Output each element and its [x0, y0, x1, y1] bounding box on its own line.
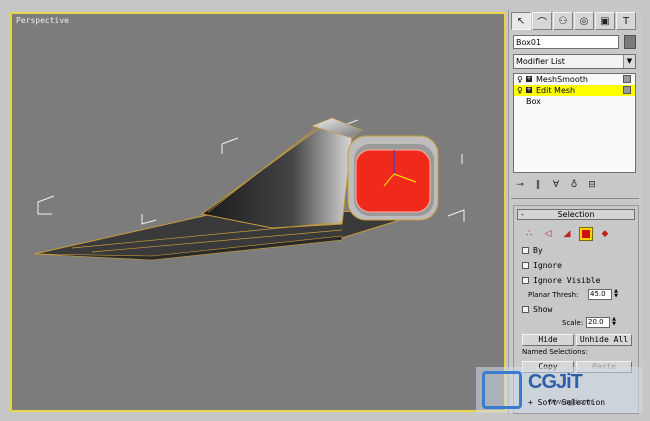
- expand-icon: +: [528, 398, 538, 407]
- object-name-field[interactable]: Box01: [513, 35, 619, 49]
- hide-button[interactable]: Hide: [522, 334, 574, 346]
- lightbulb-icon[interactable]: ♀: [517, 74, 523, 85]
- hierarchy-tab[interactable]: ⚇: [553, 12, 573, 30]
- checkbox-box[interactable]: [522, 262, 529, 269]
- show-normals-checkbox[interactable]: Show: [522, 305, 552, 315]
- spinner-arrows-icon[interactable]: ▲ ▼: [611, 317, 617, 328]
- checkbox-label: By: [533, 246, 543, 255]
- stack-item-label: MeshSmooth: [536, 75, 588, 84]
- scale-input[interactable]: 20.0: [586, 317, 610, 328]
- pin-stack-icon[interactable]: ⊸: [513, 180, 527, 190]
- modify-tab[interactable]: ⌒: [532, 12, 552, 30]
- watermark-brand: CGJiT: [528, 371, 583, 393]
- ignore-visible-checkbox[interactable]: Ignore Visible: [522, 276, 600, 286]
- viewport-label: Perspective: [16, 16, 69, 25]
- display-icon: ▣: [600, 15, 610, 27]
- ignore-backfaces-checkbox[interactable]: Ignore: [522, 261, 562, 271]
- stack-item-edit-mesh[interactable]: ♀ + Edit Mesh: [514, 85, 635, 96]
- expand-icon[interactable]: +: [526, 76, 532, 82]
- display-tab[interactable]: ▣: [595, 12, 615, 30]
- configure-sets-icon[interactable]: ⊟: [585, 180, 599, 190]
- vertex-icon[interactable]: ∴: [522, 227, 536, 241]
- named-selections-label: Named Selections:: [522, 348, 588, 356]
- hierarchy-icon: ⚇: [558, 15, 568, 27]
- subobject-levels: ∴ ◁ ◢ ◆: [522, 226, 632, 242]
- selection-rollout-header[interactable]: - Selection: [517, 209, 635, 220]
- collapse-icon: -: [521, 210, 524, 219]
- remove-modifier-icon[interactable]: ♁: [567, 180, 581, 190]
- checkbox-label: Show: [533, 305, 553, 314]
- face-icon[interactable]: ◢: [560, 227, 574, 241]
- curve-icon: ⌒: [537, 17, 547, 29]
- rollout-title: Soft Selection: [537, 398, 606, 407]
- app-window: Perspective ↖ ⌒ ⚇ ◎ ▣ T Box01 Modifier L…: [0, 0, 650, 421]
- checkbox-box[interactable]: [522, 277, 529, 284]
- utilities-icon: T: [622, 15, 630, 27]
- modifier-list-label: Modifier List: [516, 57, 565, 66]
- stack-item-meshsmooth[interactable]: ♀ + MeshSmooth: [514, 74, 635, 85]
- stack-item-label: Edit Mesh: [536, 86, 576, 95]
- by-vertex-checkbox[interactable]: By: [522, 246, 543, 256]
- checkbox-label: Ignore Visible: [533, 276, 601, 285]
- modifier-toggle-icon[interactable]: [623, 75, 631, 83]
- lightbulb-icon[interactable]: ♀: [517, 85, 523, 96]
- checkbox-box[interactable]: [522, 306, 529, 313]
- scale-label: Scale:: [562, 319, 584, 327]
- soft-selection-rollout-header[interactable]: + Soft Selection: [528, 398, 628, 408]
- stack-item-label: Box: [526, 97, 541, 106]
- perspective-viewport[interactable]: Perspective: [10, 12, 506, 412]
- motion-tab[interactable]: ◎: [574, 12, 594, 30]
- modifier-toggle-icon[interactable]: [623, 86, 631, 94]
- mesh-model: [33, 117, 465, 261]
- spinner-arrows-icon[interactable]: ▲ ▼: [613, 289, 619, 300]
- polygon-icon[interactable]: [579, 227, 593, 241]
- command-panel: ↖ ⌒ ⚇ ◎ ▣ T Box01 Modifier List ▼ ♀ + Me…: [508, 10, 643, 414]
- planar-thresh-input[interactable]: 45.0: [588, 289, 612, 300]
- rollout-title: Selection: [557, 210, 595, 219]
- unhide-all-button[interactable]: Unhide All: [576, 334, 632, 346]
- motion-icon: ◎: [579, 15, 589, 27]
- show-end-result-icon[interactable]: ‖: [531, 180, 545, 190]
- checkbox-label: Ignore: [533, 261, 562, 270]
- cgjit-logo-icon: [482, 371, 522, 409]
- command-panel-tabs: ↖ ⌒ ⚇ ◎ ▣ T: [511, 12, 641, 32]
- planar-thresh-label: Planar Thresh:: [528, 291, 579, 299]
- create-tab[interactable]: ↖: [511, 12, 531, 30]
- pointer-icon: ↖: [516, 15, 526, 27]
- checkbox-box[interactable]: [522, 247, 529, 254]
- element-icon[interactable]: ◆: [598, 227, 612, 241]
- modifier-stack[interactable]: ♀ + MeshSmooth ♀ + Edit Mesh Box: [513, 73, 636, 173]
- utilities-tab[interactable]: T: [616, 12, 636, 30]
- modifier-list-dropdown[interactable]: Modifier List ▼: [513, 54, 636, 69]
- edge-icon[interactable]: ◁: [541, 227, 555, 241]
- expand-icon[interactable]: +: [526, 87, 532, 93]
- chevron-down-icon: ▼: [623, 55, 635, 68]
- stack-toolbar: ⊸ ‖ ∀ ♁ ⊟: [513, 177, 636, 193]
- object-color-swatch[interactable]: [624, 35, 636, 49]
- make-unique-icon[interactable]: ∀: [549, 180, 563, 190]
- divider: [511, 198, 639, 199]
- stack-item-box[interactable]: Box: [514, 96, 635, 107]
